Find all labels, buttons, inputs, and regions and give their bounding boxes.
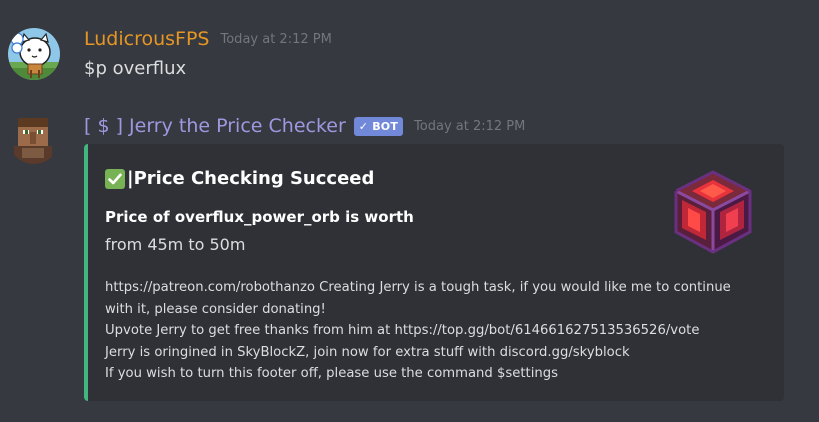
chat-messages: LudicrousFPS Today at 2:12 PM $p overflu… — [0, 0, 819, 422]
check-icon: ✓ — [358, 119, 369, 133]
footer-line: If you wish to turn this footer off, ple… — [105, 366, 558, 381]
power-orb-icon[interactable] — [668, 166, 758, 256]
footer-line: with it, please consider donating! — [105, 301, 326, 317]
villager-avatar-icon[interactable] — [8, 112, 60, 164]
embed-field-name: Price of overflux_power_orb is worth — [105, 208, 414, 226]
message-header: [ $ ] Jerry the Price Checker ✓ BOT Toda… — [84, 112, 525, 140]
username[interactable]: LudicrousFPS — [84, 28, 210, 50]
battle-cats-avatar-icon[interactable] — [8, 28, 60, 80]
check-mark-emoji-icon — [105, 168, 125, 189]
embed-title-text: |Price Checking Succeed — [127, 168, 375, 189]
message-content: $p overflux — [84, 58, 187, 79]
bot-tag-label: BOT — [372, 119, 399, 133]
embed: |Price Checking Succeed Price of overflu… — [84, 144, 784, 401]
timestamp: Today at 2:12 PM — [414, 118, 526, 134]
embed-footer: https://patreon.com/robothanzo Creating … — [105, 277, 765, 385]
footer-line: Jerry is oringined in SkyBlockZ, join no… — [105, 344, 630, 360]
footer-line: https://patreon.com/robothanzo Creating … — [105, 280, 731, 295]
footer-line: Upvote Jerry to get free thanks from him… — [105, 323, 700, 338]
bot-tag: ✓ BOT — [353, 116, 404, 136]
embed-field-value: from 45m to 50m — [105, 235, 246, 254]
username[interactable]: [ $ ] Jerry the Price Checker — [84, 115, 346, 137]
message-header: LudicrousFPS Today at 2:12 PM — [84, 26, 332, 52]
timestamp: Today at 2:12 PM — [220, 31, 332, 47]
embed-title: |Price Checking Succeed — [105, 168, 374, 189]
